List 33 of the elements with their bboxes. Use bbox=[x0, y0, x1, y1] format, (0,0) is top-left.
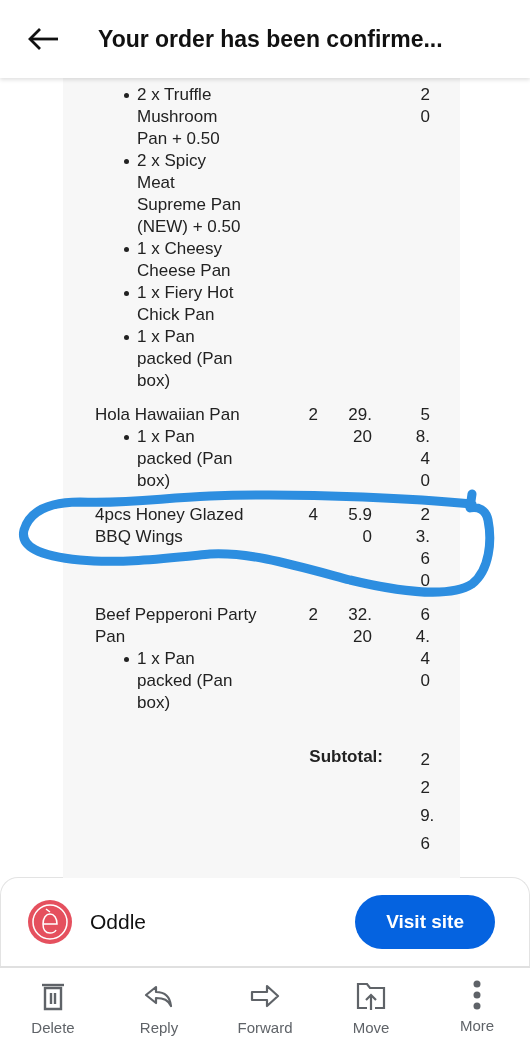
line-total: 20 bbox=[419, 84, 430, 128]
more-icon bbox=[473, 980, 481, 1010]
item-name: 4pcs Honey Glazed BBQ Wings bbox=[95, 504, 245, 548]
unit-price: 5.90 bbox=[347, 504, 372, 548]
sender-name: Oddle bbox=[90, 910, 148, 934]
unit-price: 32.20 bbox=[347, 604, 372, 648]
quantity: 2 bbox=[308, 405, 318, 424]
subtotal-label: Subtotal: bbox=[309, 746, 383, 768]
line-total: 64.40 bbox=[414, 604, 430, 692]
sub-item: 1 x Pan packed (Pan box) bbox=[124, 648, 245, 714]
toolbar-button[interactable]: More bbox=[424, 968, 530, 1047]
line-total: 58.40 bbox=[414, 404, 430, 492]
toolbar-button[interactable]: Move bbox=[318, 968, 424, 1047]
line-total: 23.60 bbox=[414, 504, 430, 592]
quantity: 2 bbox=[308, 605, 318, 624]
sub-item: 2 x Truffle Mushroom Pan + 0.50 bbox=[124, 84, 245, 150]
back-icon[interactable] bbox=[28, 27, 58, 51]
toolbar-button[interactable]: Delete bbox=[0, 968, 106, 1047]
logo-icon bbox=[28, 900, 72, 944]
toolbar-button[interactable]: Forward bbox=[212, 968, 318, 1047]
sub-item: 2 x Spicy Meat Supreme Pan (NEW) + 0.50 bbox=[124, 150, 245, 238]
item-name: Beef Pepperoni Party Pan bbox=[95, 604, 258, 648]
email-subject: Your order has been confirme... bbox=[98, 25, 443, 53]
unit-price: 29.20 bbox=[347, 404, 372, 448]
sub-item: 1 x Pan packed (Pan box) bbox=[124, 426, 245, 492]
item-name: Hola Hawaiian Pan bbox=[95, 404, 241, 426]
quantity: 4 bbox=[308, 505, 318, 524]
sub-item: 1 x Fiery Hot Chick Pan bbox=[124, 282, 245, 326]
visit-site-button[interactable]: Visit site bbox=[355, 895, 495, 949]
sub-item: 1 x Cheesy Cheese Pan bbox=[124, 238, 245, 282]
sub-item: 1 x Pan packed (Pan box) bbox=[124, 326, 245, 392]
toolbar-button[interactable]: Reply bbox=[106, 968, 212, 1047]
folder-upload-icon bbox=[355, 980, 387, 1012]
